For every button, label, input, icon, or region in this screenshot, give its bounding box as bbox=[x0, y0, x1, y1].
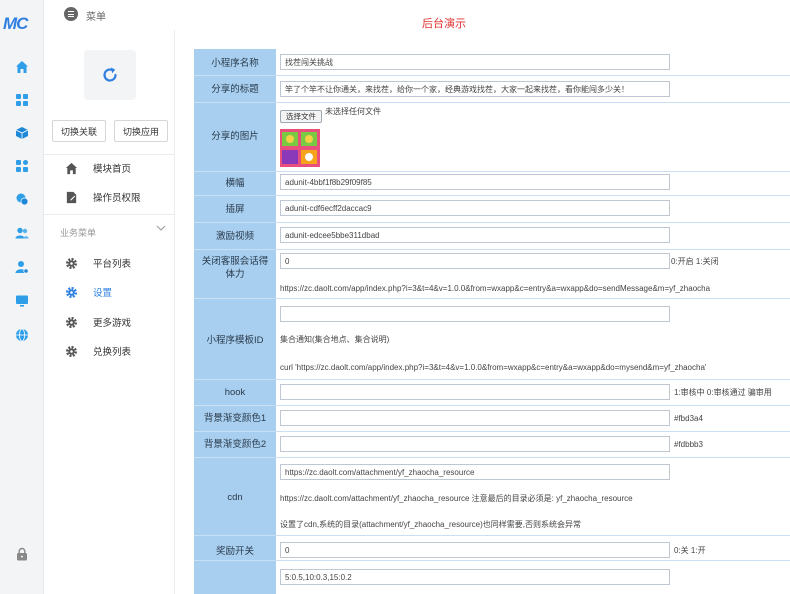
name-label: 小程序名称 bbox=[211, 58, 259, 69]
banner-label: 横幅 bbox=[225, 178, 245, 189]
chevron-down-icon[interactable] bbox=[156, 224, 166, 234]
bg-color2-input[interactable] bbox=[280, 436, 670, 452]
row-divider bbox=[194, 405, 790, 406]
row-divider bbox=[194, 431, 790, 432]
cube-icon[interactable] bbox=[13, 124, 31, 142]
reward-video-input[interactable]: adunit-edcee5bbe311dbad bbox=[280, 227, 670, 243]
sidebar-item-more-games[interactable]: 更多游戏 bbox=[44, 308, 175, 336]
row-divider bbox=[194, 249, 790, 250]
interstitial-input[interactable]: adunit-cdf6ecff2daccac9 bbox=[280, 200, 670, 216]
edit-doc-icon bbox=[64, 190, 78, 204]
bg-color1-input[interactable] bbox=[280, 410, 670, 426]
sidebar-item-operator-permissions[interactable]: 操作员权限 bbox=[44, 183, 175, 211]
reward-switch-hint: 0:关 1:开 bbox=[674, 546, 706, 555]
cdn-warning: 设置了cdn,系统的目录(attachment/yf_zhaocha_resou… bbox=[280, 520, 581, 529]
bg-color1-hint: #fbd3a4 bbox=[674, 414, 703, 423]
gear-icon bbox=[64, 344, 78, 358]
lock-icon[interactable] bbox=[13, 545, 31, 563]
reward-ratio-input[interactable]: 5:0.5,10:0.3,15:0.2 bbox=[280, 569, 670, 585]
menu-icon[interactable] bbox=[64, 7, 78, 21]
page-title: 后台演示 bbox=[422, 18, 466, 30]
close-cs-hint: 0:开启 1:关闭 bbox=[671, 257, 719, 266]
name-input[interactable]: 找茬闯关挑战 bbox=[280, 54, 670, 70]
user-settings-icon[interactable] bbox=[13, 258, 31, 276]
template-id-label: 小程序模板ID bbox=[206, 335, 264, 346]
row-divider bbox=[194, 535, 790, 536]
reward-switch-input[interactable]: 0 bbox=[280, 542, 670, 558]
brand-logo[interactable]: MC bbox=[3, 14, 41, 33]
close-cs-url: https://zc.daolt.com/app/index.php?i=3&t… bbox=[280, 284, 711, 293]
grid-icon[interactable] bbox=[13, 91, 31, 109]
hook-input[interactable] bbox=[280, 384, 670, 400]
bg-color1-label: 背景渐变颜色1 bbox=[203, 413, 267, 424]
row-divider bbox=[194, 102, 790, 103]
cdn-label: cdn bbox=[227, 492, 243, 503]
banner-input[interactable]: adunit-4bbf1f8b29f09f85 bbox=[280, 174, 670, 190]
coins-icon[interactable] bbox=[13, 190, 31, 208]
business-menu-title: 业务菜单 bbox=[60, 228, 97, 238]
bg-color2-label: 背景渐变颜色2 bbox=[203, 439, 267, 450]
sidebar-item-label: 模块首页 bbox=[93, 164, 132, 175]
users-icon[interactable] bbox=[13, 224, 31, 242]
sidebar-item-settings[interactable]: 设置 bbox=[44, 278, 175, 306]
refresh-button[interactable] bbox=[84, 50, 136, 100]
monitor-icon[interactable] bbox=[13, 292, 31, 310]
file-status-text: 未选择任何文件 bbox=[325, 107, 381, 116]
reward-video-label: 激励视频 bbox=[215, 231, 254, 242]
cdn-input[interactable]: https://zc.daolt.com/attachment/yf_zhaoc… bbox=[280, 464, 670, 480]
apps-icon[interactable] bbox=[13, 157, 31, 175]
hook-hint: 1:审核中 0:审核通过 骗审用 bbox=[674, 388, 772, 397]
row-divider bbox=[194, 195, 790, 196]
template-id-input[interactable] bbox=[280, 306, 670, 322]
choose-file-button[interactable]: 选择文件 bbox=[280, 110, 322, 123]
sidebar-item-platform-list[interactable]: 平台列表 bbox=[44, 249, 175, 277]
home-icon[interactable] bbox=[13, 58, 31, 76]
share-title-input[interactable]: 竿了个竿不让你通关，来找茬，给你一个家，经典游戏找茬，大家一起来找茬，看你能闯多… bbox=[280, 81, 670, 97]
home-icon bbox=[64, 161, 78, 175]
gear-icon bbox=[64, 285, 78, 299]
sidebar-item-exchange-list[interactable]: 兑换列表 bbox=[44, 337, 175, 365]
sidebar-divider bbox=[44, 214, 175, 215]
row-divider bbox=[194, 298, 790, 299]
sidebar-item-label: 设置 bbox=[93, 288, 113, 299]
gear-icon bbox=[64, 315, 78, 329]
cdn-note: https://zc.daolt.com/attachment/yf_zhaoc… bbox=[280, 494, 633, 503]
module-sidebar: 切换关联 切换应用 模块首页 操作员权限 业务菜单 平台列表 设置 更多游戏 兑… bbox=[44, 30, 175, 594]
row-divider bbox=[194, 171, 790, 172]
close-cs-label: 关闭客服会话得体力 bbox=[201, 256, 269, 280]
globe-icon[interactable] bbox=[13, 326, 31, 344]
interstitial-label: 插屏 bbox=[225, 204, 245, 215]
row-divider bbox=[194, 457, 790, 458]
settings-form: 小程序名称 找茬闯关挑战 分享的标题 竿了个竿不让你通关，来找茬，给你一个家，经… bbox=[194, 49, 790, 594]
bg-color2-hint: #fdbbb3 bbox=[674, 440, 703, 449]
menu-label[interactable]: 菜单 bbox=[86, 8, 106, 23]
icon-rail: MC bbox=[0, 0, 44, 594]
share-image-thumbnail bbox=[280, 129, 320, 167]
switch-link-button[interactable]: 切换关联 bbox=[52, 120, 106, 142]
switch-app-button[interactable]: 切换应用 bbox=[114, 120, 168, 142]
template-id-note: 集合通知(集合地点、集合说明) bbox=[280, 335, 390, 344]
close-cs-input[interactable]: 0 bbox=[280, 253, 670, 269]
sidebar-item-module-home[interactable]: 模块首页 bbox=[44, 154, 175, 182]
hook-label: hook bbox=[224, 387, 246, 398]
row-divider bbox=[194, 222, 790, 223]
template-id-curl: curl 'https://zc.daolt.com/app/index.php… bbox=[280, 363, 707, 372]
share-image-label: 分享的图片 bbox=[211, 131, 259, 142]
sidebar-item-label: 更多游戏 bbox=[93, 318, 132, 329]
top-bar: 菜单 后台演示 bbox=[44, 0, 790, 30]
gear-icon bbox=[64, 256, 78, 270]
refresh-icon bbox=[103, 67, 117, 82]
share-title-label: 分享的标题 bbox=[211, 84, 259, 95]
row-divider bbox=[194, 560, 790, 561]
sidebar-item-label: 平台列表 bbox=[93, 259, 132, 270]
sidebar-item-label: 兑换列表 bbox=[93, 347, 132, 358]
sidebar-item-label: 操作员权限 bbox=[93, 193, 141, 204]
row-divider bbox=[194, 75, 790, 76]
row-divider bbox=[194, 379, 790, 380]
reward-switch-label: 奖励开关 bbox=[215, 546, 254, 557]
